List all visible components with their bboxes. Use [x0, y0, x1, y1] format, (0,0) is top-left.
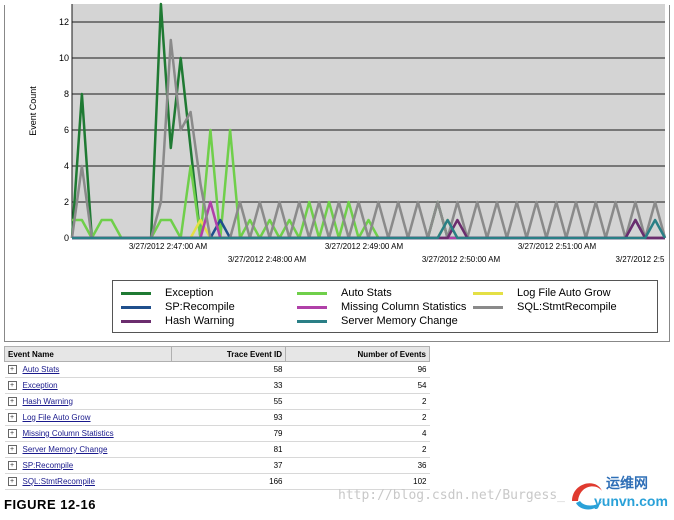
- events-table: Event Name Trace Event ID Number of Even…: [4, 346, 430, 490]
- chart-legend: Exception Auto Stats Log File Auto Grow SP:…: [112, 280, 658, 333]
- expand-icon[interactable]: +: [7, 397, 17, 407]
- legend-swatch: [121, 292, 151, 295]
- event-name-cell: + SP:Recompile: [4, 457, 172, 474]
- watermark-text: http://blog.csdn.net/Burgess_: [338, 488, 565, 503]
- legend-swatch: [297, 306, 327, 309]
- expand-icon[interactable]: +: [7, 445, 17, 455]
- legend-label: Log File Auto Grow: [517, 287, 611, 299]
- table-row: + Exception 33 54: [4, 377, 430, 394]
- table-row: + Auto Stats 58 96: [4, 361, 430, 378]
- event-name-cell: + SQL:StmtRecompile: [4, 473, 172, 490]
- frame-right-border: [669, 5, 670, 341]
- trace-event-id-cell: 37: [171, 457, 286, 474]
- event-name-cell: + Auto Stats: [4, 361, 172, 378]
- x-tick-label: 3/27/2012 2:47:00 AM: [129, 242, 208, 251]
- number-of-events-cell: 54: [285, 377, 430, 394]
- table-header-row: Event Name Trace Event ID Number of Even…: [4, 346, 430, 362]
- trace-event-id-cell: 58: [171, 361, 286, 378]
- figure-caption: FIGURE 12-16: [4, 497, 96, 512]
- table-body: + Auto Stats 58 96 + Exception 33 54 + Hash Warni…: [4, 361, 430, 490]
- x-tick-label: 3/27/2012 2:51:00 AM: [518, 242, 597, 251]
- legend-label: Auto Stats: [341, 287, 392, 299]
- event-name-link[interactable]: Missing Column Statistics: [23, 429, 114, 438]
- expand-icon[interactable]: +: [7, 477, 17, 487]
- header-trace-event-id[interactable]: Trace Event ID: [171, 346, 286, 362]
- event-name-cell: + Hash Warning: [4, 393, 172, 410]
- y-tick-label: 6: [64, 125, 69, 135]
- y-axis-label: Event Count: [28, 86, 38, 136]
- x-tick-label: 3/27/2012 2:5: [616, 255, 665, 264]
- trace-event-id-cell: 33: [171, 377, 286, 394]
- frame-bottom-border: [4, 341, 670, 342]
- y-tick-label: 8: [64, 89, 69, 99]
- number-of-events-cell: 4: [285, 425, 430, 442]
- number-of-events-cell: 2: [285, 393, 430, 410]
- legend-label: SP:Recompile: [165, 301, 235, 313]
- site-logo: 运维网 yunvn.com: [566, 471, 672, 515]
- y-tick-label: 10: [59, 53, 69, 63]
- legend-label: Missing Column Statistics: [341, 301, 467, 313]
- expand-icon[interactable]: +: [7, 381, 17, 391]
- event-name-link[interactable]: Log File Auto Grow: [23, 413, 91, 422]
- table-row: + Missing Column Statistics 79 4: [4, 425, 430, 442]
- x-tick-label: 3/27/2012 2:50:00 AM: [422, 255, 501, 264]
- x-tick-label: 3/27/2012 2:48:00 AM: [228, 255, 307, 264]
- y-tick-label: 0: [64, 233, 69, 243]
- trace-event-id-cell: 93: [171, 409, 286, 426]
- event-name-link[interactable]: SQL:StmtRecompile: [23, 477, 95, 486]
- legend-swatch: [473, 306, 503, 309]
- legend-swatch: [121, 320, 151, 323]
- event-name-link[interactable]: Auto Stats: [23, 365, 60, 374]
- number-of-events-cell: 96: [285, 361, 430, 378]
- number-of-events-cell: 2: [285, 409, 430, 426]
- legend-label: SQL:StmtRecompile: [517, 301, 617, 313]
- legend-swatch: [473, 292, 503, 295]
- legend-swatch: [297, 292, 327, 295]
- event-name-link[interactable]: Server Memory Change: [23, 445, 108, 454]
- logo-english-text: yunvn.com: [594, 493, 668, 509]
- expand-icon[interactable]: +: [7, 413, 17, 423]
- event-name-cell: + Log File Auto Grow: [4, 409, 172, 426]
- expand-icon[interactable]: +: [7, 365, 17, 375]
- number-of-events-cell: 36: [285, 457, 430, 474]
- legend-label: Server Memory Change: [341, 315, 458, 327]
- header-event-name[interactable]: Event Name: [4, 346, 172, 362]
- table-row: + SP:Recompile 37 36: [4, 457, 430, 474]
- event-name-cell: + Missing Column Statistics: [4, 425, 172, 442]
- event-name-link[interactable]: Hash Warning: [23, 397, 73, 406]
- y-tick-label: 4: [64, 161, 69, 171]
- logo-chinese-text: 运维网: [606, 475, 648, 491]
- trace-event-id-cell: 166: [171, 473, 286, 490]
- table-row: + Log File Auto Grow 93 2: [4, 409, 430, 426]
- x-tick-label: 3/27/2012 2:49:00 AM: [325, 242, 404, 251]
- number-of-events-cell: 2: [285, 441, 430, 458]
- table-row: + Server Memory Change 81 2: [4, 441, 430, 458]
- frame-left-border: [4, 5, 5, 341]
- table-row: + Hash Warning 55 2: [4, 393, 430, 410]
- trace-event-id-cell: 79: [171, 425, 286, 442]
- expand-icon[interactable]: +: [7, 429, 17, 439]
- trace-event-id-cell: 81: [171, 441, 286, 458]
- line-chart: 0 2 4 6 8 10 12 Event Count 3/27/2012 2:47:00 AM…: [28, 2, 667, 264]
- y-tick-label: 2: [64, 197, 69, 207]
- legend-label: Hash Warning: [165, 315, 235, 327]
- event-name-cell: + Exception: [4, 377, 172, 394]
- trace-event-id-cell: 55: [171, 393, 286, 410]
- legend-swatch: [297, 320, 327, 323]
- event-name-link[interactable]: Exception: [23, 381, 58, 390]
- header-number-of-events[interactable]: Number of Events: [285, 346, 430, 362]
- y-tick-label: 12: [59, 17, 69, 27]
- legend-swatch: [121, 306, 151, 309]
- expand-icon[interactable]: +: [7, 461, 17, 471]
- event-name-link[interactable]: SP:Recompile: [23, 461, 74, 470]
- legend-label: Exception: [165, 287, 214, 299]
- chart-area: 0 2 4 6 8 10 12 Event Count 3/27/2012 2:47:00 AM…: [0, 0, 674, 272]
- event-name-cell: + Server Memory Change: [4, 441, 172, 458]
